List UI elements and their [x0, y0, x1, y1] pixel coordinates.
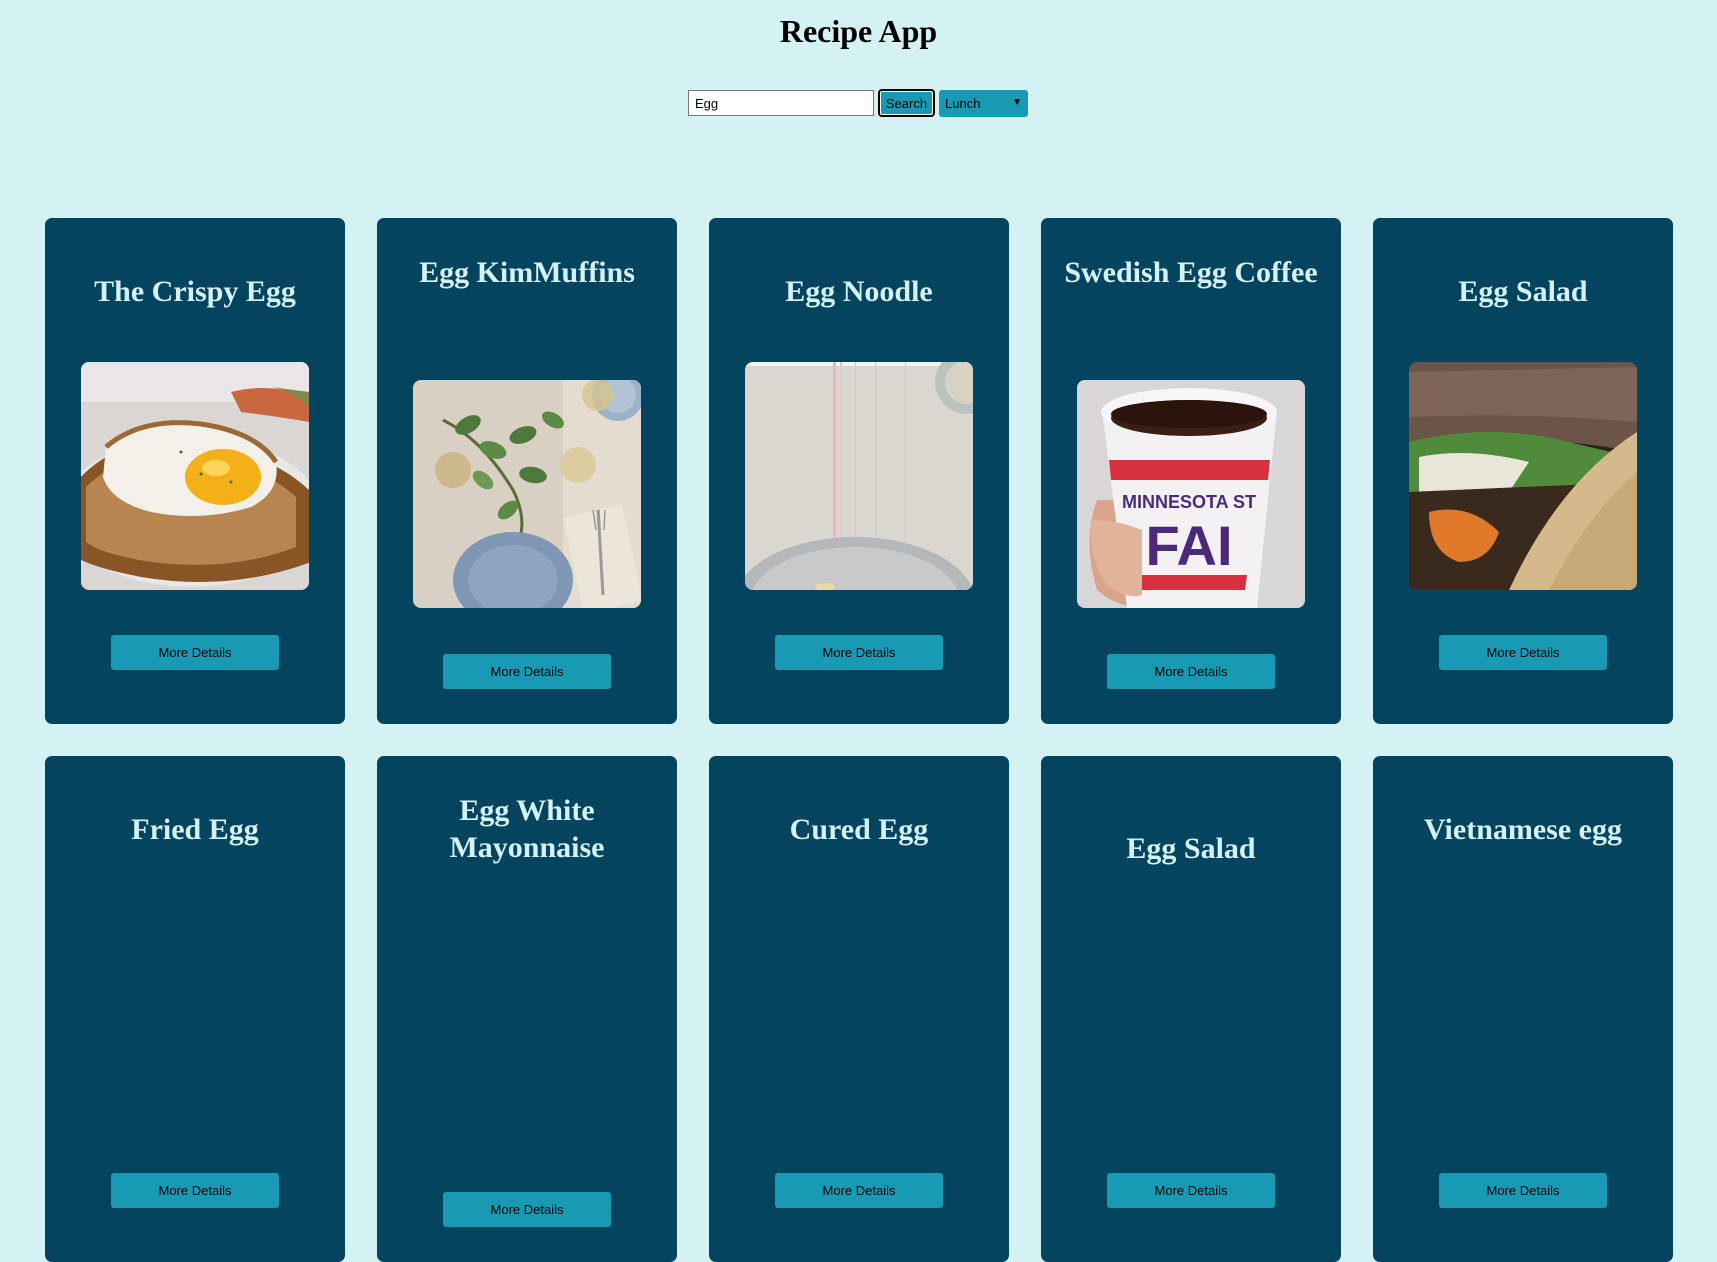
recipe-image [1409, 362, 1637, 590]
recipe-card: Swedish Egg Coffee MINNESOTA ST FAI More… [1041, 218, 1341, 724]
svg-text:FAI: FAI [1145, 514, 1232, 577]
recipe-card: Egg Noodle More Details [709, 218, 1009, 724]
linen-plate-image [745, 362, 973, 590]
search-controls: Search Lunch ▼ [688, 89, 1028, 117]
recipe-title: Egg KimMuffins [419, 256, 635, 289]
more-details-button[interactable]: More Details [443, 1192, 611, 1227]
recipe-title: Vietnamese egg [1424, 813, 1622, 846]
recipe-grid: The Crispy Egg More Details Egg KimMuffi… [45, 218, 1673, 1262]
recipe-card: Cured Egg More Details [709, 756, 1009, 1262]
recipe-image [413, 380, 641, 608]
more-details-button[interactable]: More Details [111, 1173, 279, 1208]
svg-text:MINNESOTA ST: MINNESOTA ST [1122, 492, 1256, 512]
recipe-title: Swedish Egg Coffee [1064, 256, 1318, 289]
fried-egg-toast-image [81, 362, 309, 590]
more-details-button[interactable]: More Details [1439, 1173, 1607, 1208]
more-details-button[interactable]: More Details [1439, 635, 1607, 670]
recipe-card: Egg White Mayonnaise More Details [377, 756, 677, 1262]
recipe-card: Egg Salad More Details [1373, 218, 1673, 724]
recipe-image: MINNESOTA ST FAI [1077, 380, 1305, 608]
recipe-card: Fried Egg More Details [45, 756, 345, 1262]
more-details-button[interactable]: More Details [775, 635, 943, 670]
more-details-button[interactable]: More Details [111, 635, 279, 670]
recipe-card: Egg KimMuffins More Details [377, 218, 677, 724]
sandwich-image [1409, 362, 1637, 590]
recipe-image [745, 362, 973, 590]
search-button[interactable]: Search [878, 89, 935, 117]
chevron-down-icon: ▼ [1012, 97, 1022, 108]
recipe-title: Fried Egg [131, 813, 259, 846]
recipe-title: Cured Egg [789, 813, 929, 846]
recipe-title: Egg Noodle [785, 275, 933, 308]
more-details-button[interactable]: More Details [775, 1173, 943, 1208]
table-setting-image [413, 380, 641, 608]
recipe-title: Egg White Mayonnaise [449, 794, 605, 864]
more-details-button[interactable]: More Details [1107, 1173, 1275, 1208]
recipe-title: The Crispy Egg [94, 275, 296, 308]
recipe-title: Egg Salad [1458, 275, 1588, 308]
coffee-cup-image: MINNESOTA ST FAI [1077, 380, 1305, 608]
meal-type-select[interactable]: Lunch ▼ [939, 89, 1028, 117]
more-details-button[interactable]: More Details [1107, 654, 1275, 689]
more-details-button[interactable]: More Details [443, 654, 611, 689]
recipe-image [81, 362, 309, 590]
search-input[interactable] [688, 90, 874, 116]
recipe-title: Egg Salad [1126, 832, 1256, 865]
search-bar: Search Lunch ▼ [0, 89, 1717, 117]
recipe-card: Egg Salad More Details [1041, 756, 1341, 1262]
page-title: Recipe App [779, 13, 938, 49]
meal-type-selected: Lunch [945, 95, 981, 111]
recipe-card: The Crispy Egg More Details [45, 218, 345, 724]
recipe-card: Vietnamese egg More Details [1373, 756, 1673, 1262]
